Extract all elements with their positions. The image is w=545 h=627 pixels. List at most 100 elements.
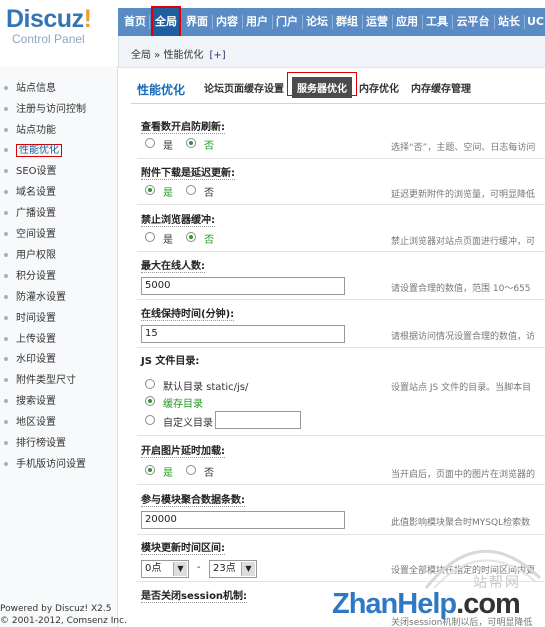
sidebar-item-seo[interactable]: SEO设置 bbox=[4, 163, 57, 181]
radio-yes[interactable] bbox=[145, 465, 155, 475]
radio-yes-label: 是 bbox=[163, 188, 173, 199]
bullet-icon bbox=[4, 295, 8, 299]
sidebar-item-label: 附件类型尺寸 bbox=[16, 375, 76, 386]
sidebar-item-broadcast[interactable]: 广播设置 bbox=[4, 205, 56, 223]
sidebar-item-time[interactable]: 时间设置 bbox=[4, 310, 56, 328]
row-divider bbox=[137, 251, 545, 252]
sidebar-item-attachment-types[interactable]: 附件类型尺寸 bbox=[4, 372, 76, 390]
update-end-select[interactable]: 23点 ▼ bbox=[209, 560, 257, 578]
radio-no-label: 否 bbox=[204, 235, 214, 246]
nav-portal[interactable]: 门户 bbox=[274, 8, 300, 36]
dropdown-arrow-icon: ▼ bbox=[173, 562, 187, 576]
setting-hint: 选择“否”，主题、空间、日志每访问 bbox=[391, 143, 536, 153]
sidebar-item-user-permissions[interactable]: 用户权限 bbox=[4, 247, 56, 265]
nav-tools[interactable]: 工具 bbox=[424, 8, 450, 36]
sidebar-item-label: 上传设置 bbox=[16, 334, 56, 345]
setting-label: 是否关闭session机制: bbox=[141, 587, 248, 603]
block-data-count-input[interactable]: 20000 bbox=[141, 511, 345, 529]
tab-memory-optimization[interactable]: 内存优化 bbox=[359, 80, 399, 95]
bullet-icon bbox=[4, 378, 8, 382]
setting-label: 在线保持时间(分钟): bbox=[141, 305, 235, 321]
radio-no[interactable] bbox=[186, 465, 196, 475]
discuz-logo[interactable]: Discuz! Control Panel bbox=[6, 5, 92, 46]
nav-cloud[interactable]: 云平台 bbox=[454, 8, 492, 36]
nav-apps[interactable]: 应用 bbox=[394, 8, 420, 36]
sidebar-item-ranking[interactable]: 排行榜设置 bbox=[4, 435, 66, 453]
sidebar-item-performance[interactable]: 性能优化 bbox=[4, 142, 62, 160]
sidebar-item-label: 排行榜设置 bbox=[16, 438, 66, 449]
radio-yes[interactable] bbox=[145, 138, 155, 148]
radio-custom-dir[interactable] bbox=[145, 415, 155, 425]
sidebar-item-credits[interactable]: 积分设置 bbox=[4, 268, 56, 286]
tab-server-optimization[interactable]: 服务器优化 bbox=[287, 72, 357, 98]
radio-yes[interactable] bbox=[145, 185, 155, 195]
bullet-icon bbox=[4, 211, 8, 215]
bullet-icon bbox=[4, 420, 8, 424]
logo-bang: ! bbox=[83, 5, 92, 33]
setting-label: JS 文件目录: bbox=[141, 352, 199, 367]
sidebar-item-registration[interactable]: 注册与访问控制 bbox=[4, 101, 86, 119]
copyright-text: © 2001-2012, Comsenz Inc. bbox=[0, 616, 127, 626]
bullet-icon bbox=[4, 399, 8, 403]
bullet-icon bbox=[4, 107, 8, 111]
range-separator: - bbox=[197, 562, 201, 573]
setting-label-text: 最大在线人数: bbox=[141, 261, 205, 273]
sidebar-item-site-features[interactable]: 站点功能 bbox=[4, 122, 56, 140]
bullet-icon bbox=[4, 253, 8, 257]
setting-label: 附件下载是延迟更新: bbox=[141, 164, 235, 180]
sidebar-item-region[interactable]: 地区设置 bbox=[4, 414, 56, 432]
sidebar-item-upload[interactable]: 上传设置 bbox=[4, 331, 56, 349]
custom-dir-input[interactable] bbox=[215, 411, 301, 429]
setting-label-text: 是否关闭session机制: bbox=[141, 591, 248, 603]
setting-label: 最大在线人数: bbox=[141, 257, 205, 273]
nav-uc[interactable]: UC bbox=[526, 8, 545, 36]
bullet-icon bbox=[4, 86, 8, 90]
radio-default-dir[interactable] bbox=[145, 379, 155, 389]
bullet-icon bbox=[4, 274, 8, 278]
tab-underline bbox=[131, 103, 545, 104]
radio-no[interactable] bbox=[186, 232, 196, 242]
logo-subtitle: Control Panel bbox=[12, 32, 85, 46]
radio-yes[interactable] bbox=[145, 232, 155, 242]
max-online-input[interactable]: 5000 bbox=[141, 277, 345, 295]
sidebar-item-mobile[interactable]: 手机版访问设置 bbox=[4, 456, 86, 474]
nav-groups[interactable]: 群组 bbox=[334, 8, 360, 36]
radio-no[interactable] bbox=[186, 185, 196, 195]
nav-webmaster[interactable]: 站长 bbox=[496, 8, 522, 36]
nav-users[interactable]: 用户 bbox=[244, 8, 270, 36]
add-favorite-link[interactable]: [+] bbox=[209, 50, 225, 61]
tab-forum-page-cache[interactable]: 论坛页面缓存设置 bbox=[204, 80, 284, 95]
nav-divider bbox=[524, 15, 525, 29]
tab-memory-cache-management[interactable]: 内存缓存管理 bbox=[411, 80, 471, 95]
setting-label: 参与模块聚合数据条数: bbox=[141, 491, 245, 507]
nav-operations[interactable]: 运营 bbox=[364, 8, 390, 36]
nav-content[interactable]: 内容 bbox=[214, 8, 240, 36]
update-start-select[interactable]: 0点 ▼ bbox=[141, 560, 189, 578]
sidebar-item-space[interactable]: 空间设置 bbox=[4, 226, 56, 244]
logo-text: Discuz bbox=[6, 5, 84, 33]
sidebar-item-watermark[interactable]: 水印设置 bbox=[4, 351, 56, 369]
radio-cache-dir[interactable] bbox=[145, 396, 155, 406]
setting-hint: 请设置合理的数值，范围 10～655 bbox=[391, 284, 531, 294]
setting-label: 禁止浏览器缓冲: bbox=[141, 211, 215, 227]
online-hold-time-input[interactable]: 15 bbox=[141, 325, 345, 343]
bullet-icon bbox=[4, 232, 8, 236]
nav-forum[interactable]: 论坛 bbox=[304, 8, 330, 36]
sidebar-item-site-info[interactable]: 站点信息 bbox=[4, 80, 56, 98]
sidebar-item-anti-spam[interactable]: 防灌水设置 bbox=[4, 289, 66, 307]
sidebar-item-label: 域名设置 bbox=[16, 187, 56, 198]
bullet-icon bbox=[4, 128, 8, 132]
nav-home[interactable]: 首页 bbox=[122, 8, 148, 36]
sidebar-item-domain[interactable]: 域名设置 bbox=[4, 184, 56, 202]
setting-label-text: 查看数开启防刷新: bbox=[141, 122, 225, 134]
nav-interface[interactable]: 界面 bbox=[184, 8, 210, 36]
radio-no[interactable] bbox=[186, 138, 196, 148]
nav-divider bbox=[494, 15, 495, 29]
bullet-icon bbox=[4, 462, 8, 466]
sidebar-item-search[interactable]: 搜索设置 bbox=[4, 393, 56, 411]
sidebar-item-label: 注册与访问控制 bbox=[16, 104, 86, 115]
nav-global[interactable]: 全局 bbox=[151, 6, 181, 38]
sidebar-item-label: 手机版访问设置 bbox=[16, 459, 86, 470]
row-divider bbox=[137, 484, 545, 485]
radio-yes-label: 是 bbox=[163, 468, 173, 479]
